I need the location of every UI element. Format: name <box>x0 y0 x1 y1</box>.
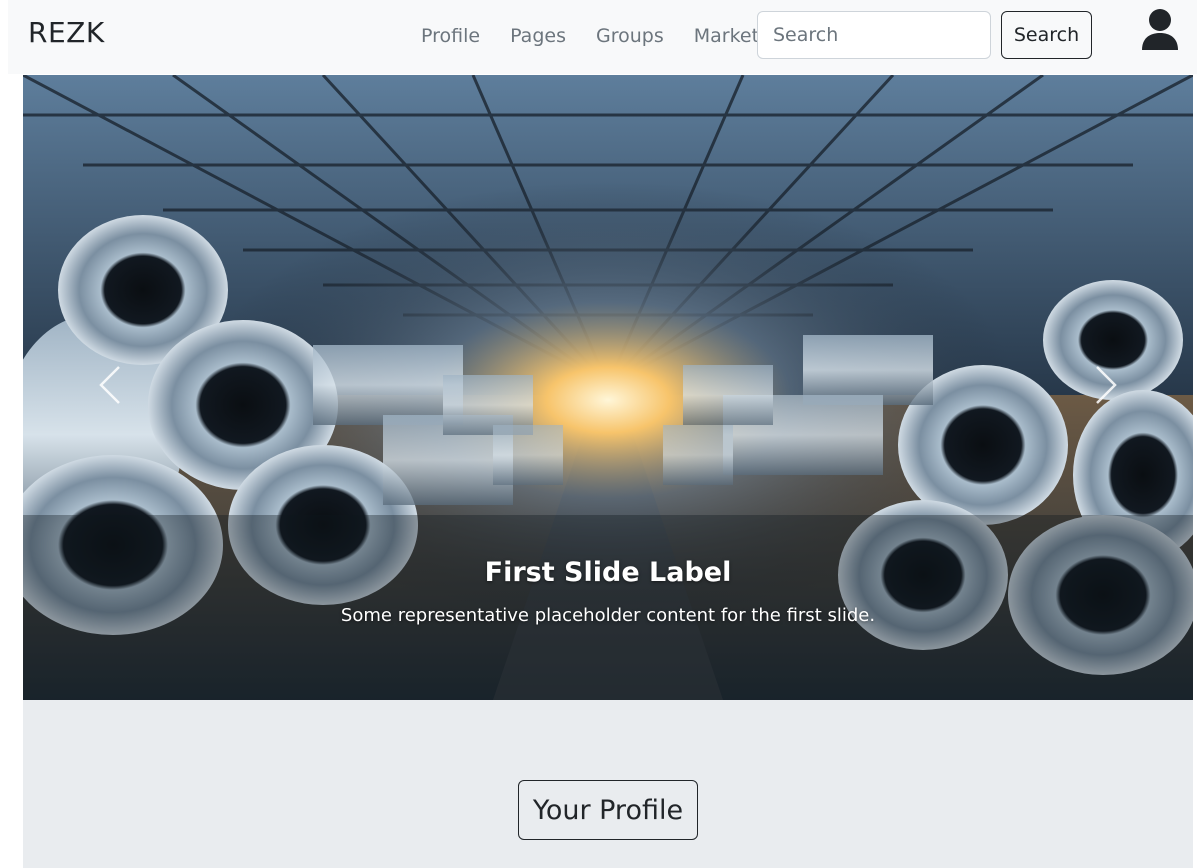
slide-caption-title: First Slide Label <box>484 557 732 588</box>
nav-links: Profile Pages Groups Market <box>406 22 774 50</box>
brand-logo[interactable]: REZK <box>28 16 105 49</box>
profile-section: Your Profile <box>23 700 1193 868</box>
your-profile-button[interactable]: Your Profile <box>518 780 698 840</box>
slide-caption-text: Some representative placeholder content … <box>340 605 876 626</box>
search-input[interactable] <box>757 11 991 59</box>
nav-link-groups[interactable]: Groups <box>581 22 679 50</box>
search-button[interactable]: Search <box>1001 11 1092 59</box>
chevron-right-icon[interactable] <box>1075 355 1135 415</box>
hero-carousel: First Slide Label Some representative pl… <box>23 75 1193 700</box>
nav-link-profile[interactable]: Profile <box>406 22 495 50</box>
person-icon[interactable] <box>1140 8 1180 52</box>
nav-link-pages[interactable]: Pages <box>495 22 581 50</box>
chevron-left-icon[interactable] <box>81 355 141 415</box>
navbar: REZK Profile Pages Groups Market Search <box>8 0 1197 74</box>
